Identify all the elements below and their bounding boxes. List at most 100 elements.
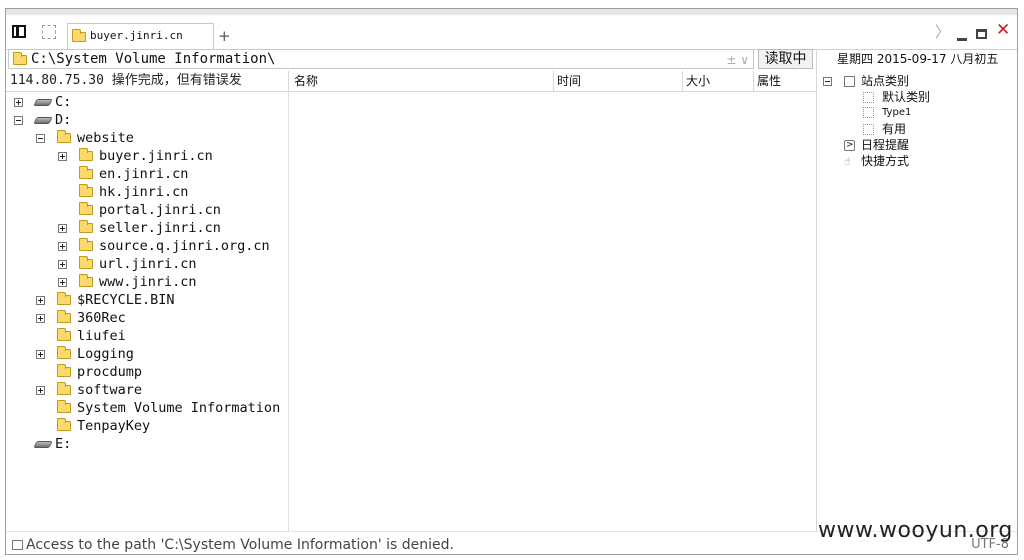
tree-node-hk[interactable]: hk.jinri.cn <box>58 183 188 201</box>
path-dropdown-icon[interactable]: ± ∨ <box>726 51 749 69</box>
expand-icon[interactable] <box>36 349 45 359</box>
expand-icon[interactable] <box>36 295 45 305</box>
tree-node-system-volume[interactable]: System Volume Information <box>36 399 280 417</box>
tree-node-label: C: <box>55 94 72 110</box>
folder-icon <box>57 346 71 359</box>
folder-icon <box>57 130 71 143</box>
tree-node-url[interactable]: url.jinri.cn <box>58 255 197 273</box>
path-text: C:\System Volume Information\ <box>31 51 276 67</box>
panel-toggle-icon[interactable] <box>12 25 26 38</box>
folder-icon <box>57 292 71 305</box>
minimize-button[interactable] <box>957 38 967 41</box>
tree-node-www[interactable]: www.jinri.cn <box>58 273 197 291</box>
path-bar: C:\System Volume Information\ ± ∨ 读取中 <box>6 49 816 71</box>
tree-node-label: source.q.jinri.org.cn <box>99 238 270 254</box>
folder-icon <box>79 148 93 161</box>
status-icon <box>12 540 23 550</box>
category-default[interactable]: 默认类别 <box>863 89 930 105</box>
tree-node-logging[interactable]: Logging <box>36 345 134 363</box>
expand-icon[interactable] <box>58 151 67 161</box>
tree-node-label: E: <box>55 436 72 452</box>
add-tab-button[interactable]: + <box>218 27 231 45</box>
tree-node-label: seller.jinri.cn <box>99 220 221 236</box>
schedule-icon <box>844 137 855 153</box>
tree-node-360rec[interactable]: 360Rec <box>36 309 126 327</box>
tree-node-website[interactable]: website <box>36 129 134 147</box>
category-icon <box>844 76 855 87</box>
path-input[interactable]: C:\System Volume Information\ ± ∨ <box>8 49 754 69</box>
folder-icon <box>57 364 71 377</box>
main-window: buyer.jinri.cn + 〉 ✕ C:\System Volume In… <box>5 8 1018 555</box>
tree-node-label: portal.jinri.cn <box>99 202 221 218</box>
folder-icon <box>57 310 71 323</box>
folder-icon <box>72 29 86 42</box>
tree-node-en[interactable]: en.jinri.cn <box>58 165 188 183</box>
tree-node-label: url.jinri.cn <box>99 256 197 272</box>
schedule-label: 日程提醒 <box>861 138 910 152</box>
tree-node-tenpaykey[interactable]: TenpayKey <box>36 417 150 435</box>
schedule-node[interactable]: 日程提醒 <box>844 137 909 153</box>
column-name[interactable]: 名称 <box>294 71 318 91</box>
column-divider[interactable] <box>553 71 554 91</box>
tree-node-label: TenpayKey <box>77 418 151 434</box>
column-size[interactable]: 大小 <box>686 71 710 91</box>
expand-icon[interactable] <box>58 241 67 251</box>
category-type1[interactable]: Type1 <box>863 105 911 121</box>
site-categories-label: 站点类别 <box>861 74 910 88</box>
expand-icon[interactable] <box>58 277 67 287</box>
tree-node-label: software <box>77 382 143 398</box>
tree-node-drive-c[interactable]: C: <box>14 93 71 111</box>
expand-icon[interactable] <box>36 385 45 395</box>
column-divider[interactable] <box>288 71 289 91</box>
folder-icon <box>79 256 93 269</box>
shortcuts-node[interactable]: ☝ 快捷方式 <box>844 153 909 169</box>
tree-node-recycle-bin[interactable]: $RECYCLE.BIN <box>36 291 175 309</box>
tree-node-label: liufei <box>77 328 126 344</box>
item-icon <box>863 92 874 103</box>
folder-icon <box>57 400 71 413</box>
collapse-icon[interactable] <box>823 77 832 86</box>
expand-icon[interactable] <box>14 97 23 107</box>
column-divider[interactable] <box>753 71 754 91</box>
side-panel: 站点类别 默认类别 Type1 有用 日程提醒 ☝ 快捷方式 <box>816 71 1017 531</box>
collapse-icon[interactable] <box>14 115 23 125</box>
blank-tab-icon[interactable] <box>42 25 56 39</box>
tree-node-portal[interactable]: portal.jinri.cn <box>58 201 221 219</box>
drive-icon <box>33 116 53 124</box>
tree-node-seller[interactable]: seller.jinri.cn <box>58 219 221 237</box>
hand-icon: ☝ <box>844 155 851 168</box>
expand-icon[interactable] <box>36 313 45 323</box>
tab-buyer-jinri[interactable]: buyer.jinri.cn <box>67 23 214 49</box>
column-time[interactable]: 时间 <box>557 71 581 91</box>
folder-icon <box>79 274 93 287</box>
close-button[interactable]: ✕ <box>996 20 1010 40</box>
chevron-right-icon[interactable]: 〉 <box>935 21 950 42</box>
tree-node-label: 360Rec <box>77 310 126 326</box>
tree-node-label: www.jinri.cn <box>99 274 197 290</box>
category-useful[interactable]: 有用 <box>863 121 906 137</box>
maximize-button[interactable] <box>976 29 987 39</box>
read-button[interactable]: 读取中 <box>758 49 813 69</box>
tree-node-liufei[interactable]: liufei <box>36 327 126 345</box>
tree-node-source[interactable]: source.q.jinri.org.cn <box>58 237 270 255</box>
collapse-icon[interactable] <box>36 133 45 143</box>
tab-bar: buyer.jinri.cn + 〉 ✕ <box>6 15 1017 50</box>
site-categories-node[interactable]: 站点类别 <box>823 73 909 89</box>
category-label: Type1 <box>882 107 912 118</box>
tree-node-label: procdump <box>77 364 143 380</box>
tree-node-procdump[interactable]: procdump <box>36 363 142 381</box>
tree-node-label: website <box>77 130 134 146</box>
header-row: 114.80.75.30 操作完成，但有错误发 名称 时间 大小 属性 <box>6 71 816 92</box>
expand-icon[interactable] <box>58 259 67 269</box>
tree-node-drive-d[interactable]: D: <box>14 111 71 129</box>
folder-tree: C: D: website buyer.jinri.cn en.jinri.cn… <box>6 91 289 531</box>
column-attributes[interactable]: 属性 <box>757 71 781 91</box>
drive-icon <box>33 440 53 448</box>
status-message: Access to the path 'C:\System Volume Inf… <box>26 537 455 553</box>
column-divider[interactable] <box>682 71 683 91</box>
date-display: 星期四 2015-09-17 八月初五 <box>816 49 1017 71</box>
tree-node-buyer[interactable]: buyer.jinri.cn <box>58 147 213 165</box>
tree-node-drive-e[interactable]: E: <box>14 435 71 453</box>
tree-node-software[interactable]: software <box>36 381 142 399</box>
expand-icon[interactable] <box>58 223 67 233</box>
